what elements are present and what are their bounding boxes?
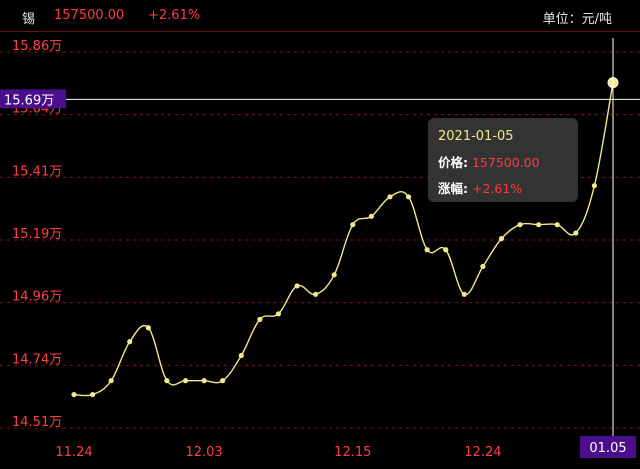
data-point xyxy=(368,213,374,219)
data-point xyxy=(294,283,300,289)
crosshair-y-label: 15.69万 xyxy=(4,93,54,108)
y-tick-label: 15.19万 xyxy=(12,227,62,242)
data-point xyxy=(443,247,449,253)
data-point xyxy=(480,263,486,270)
data-point xyxy=(257,316,263,322)
tooltip-change-label: 涨幅: xyxy=(438,181,468,196)
data-point xyxy=(145,325,151,331)
data-point xyxy=(573,230,579,236)
data-point xyxy=(182,378,189,384)
x-tick-label: 11.24 xyxy=(55,445,92,460)
y-tick-label: 14.96万 xyxy=(12,290,62,305)
tooltip-price-label: 价格: xyxy=(438,155,468,170)
data-point xyxy=(424,247,430,253)
x-tick-label: 12.24 xyxy=(464,445,501,460)
tooltip-change-value: +2.61% xyxy=(471,181,523,196)
price-line-chart[interactable]: 14.51万14.74万14.96万15.19万15.41万15.64万15.8… xyxy=(0,0,640,469)
data-point xyxy=(405,194,412,200)
data-point xyxy=(350,222,356,228)
data-point xyxy=(313,291,319,297)
data-tooltip: 2021-01-05 价格: 157500.00 涨幅: +2.61% xyxy=(428,118,578,202)
tooltip-price-value: 157500.00 xyxy=(471,155,540,170)
data-point xyxy=(331,272,337,278)
data-point xyxy=(164,378,170,384)
x-tick-label: 12.03 xyxy=(185,445,222,460)
y-tick-label: 15.86万 xyxy=(12,39,62,54)
data-point xyxy=(536,222,542,228)
data-point xyxy=(127,339,133,345)
tooltip-price-row: 价格: 157500.00 xyxy=(438,150,568,176)
data-point xyxy=(461,291,467,297)
y-tick-label: 14.51万 xyxy=(12,415,62,430)
crosshair-x-label: 01.05 xyxy=(589,441,626,456)
data-point xyxy=(275,311,282,317)
tooltip-date: 2021-01-05 xyxy=(438,129,514,144)
data-point xyxy=(554,222,560,228)
data-point xyxy=(387,194,393,200)
x-tick-label: 12.15 xyxy=(334,445,371,460)
data-point xyxy=(591,183,598,189)
data-point xyxy=(71,391,77,398)
data-point xyxy=(238,352,244,359)
data-point xyxy=(201,378,207,384)
data-point xyxy=(220,378,226,384)
y-tick-label: 15.41万 xyxy=(12,164,62,179)
data-point xyxy=(89,391,96,398)
y-tick-label: 14.74万 xyxy=(12,352,62,367)
data-point xyxy=(498,236,505,242)
data-point xyxy=(517,222,523,228)
tooltip-change-row: 涨幅: +2.61% xyxy=(438,176,568,202)
data-point xyxy=(108,378,114,384)
